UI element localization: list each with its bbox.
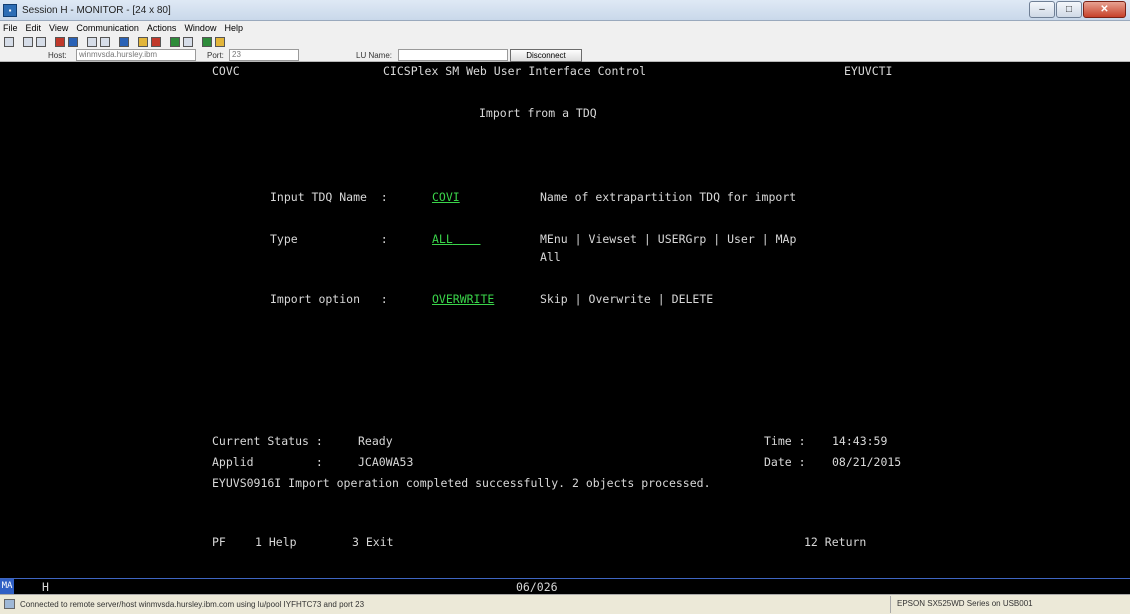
import-option-field[interactable]: OVERWRITE xyxy=(432,292,494,306)
receive-icon[interactable] xyxy=(68,37,78,47)
minimize-icon[interactable]: – xyxy=(1029,1,1055,18)
import-option-label: Import option : xyxy=(270,292,388,306)
option-user: User xyxy=(727,232,755,246)
option-viewset: Viewset xyxy=(588,232,637,246)
print-icon[interactable] xyxy=(4,37,14,47)
option-menu: MEnu xyxy=(540,232,568,246)
connection-status-icon xyxy=(4,599,15,609)
host-input[interactable]: winmvsda.hursley.ibm xyxy=(76,49,196,61)
macro-icon[interactable] xyxy=(119,37,129,47)
option-skip: Skip xyxy=(540,292,568,306)
connect-icon[interactable] xyxy=(202,37,212,47)
send-icon[interactable] xyxy=(55,37,65,47)
option-all: All xyxy=(540,250,561,264)
menu-edit[interactable]: Edit xyxy=(26,23,42,33)
option-map: MAp xyxy=(775,232,797,246)
pf-key-return[interactable]: 12 Return xyxy=(804,535,866,549)
connection-status-text: Connected to remote server/host winmvsda… xyxy=(20,600,365,609)
copy-icon[interactable] xyxy=(23,37,33,47)
input-tdq-name-field[interactable]: COVI xyxy=(432,190,460,204)
terminal-screen[interactable]: COVC CICSPlex SM Web User Interface Cont… xyxy=(0,62,1130,578)
play-icon[interactable] xyxy=(170,37,180,47)
option-usergrp: USERGrp xyxy=(657,232,707,246)
applid-value: JCA0WA53 xyxy=(358,455,414,469)
display-icon[interactable] xyxy=(100,37,110,47)
time-label: Time : xyxy=(764,434,806,448)
input-tdq-name-label: Input TDQ Name : xyxy=(270,190,388,204)
close-icon[interactable]: ✕ xyxy=(1083,1,1126,18)
connection-row: Host: winmvsda.hursley.ibm Port: 23 LU N… xyxy=(0,49,1130,62)
screen-heading: CICSPlex SM Web User Interface Control xyxy=(383,64,647,78)
transaction-id: COVC xyxy=(212,64,240,78)
date-label: Date : xyxy=(764,455,806,469)
menu-view[interactable]: View xyxy=(49,23,68,33)
menu-help[interactable]: Help xyxy=(224,23,243,33)
import-option-options: Skip | Overwrite | DELETE xyxy=(540,292,714,306)
screen-subtitle: Import from a TDQ xyxy=(479,106,597,120)
session-indicator: H xyxy=(42,580,49,594)
time-value: 14:43:59 xyxy=(832,434,888,448)
pf-key-help[interactable]: 1 Help xyxy=(255,535,297,549)
stop-icon[interactable] xyxy=(151,37,161,47)
pause-icon[interactable] xyxy=(183,37,193,47)
menu-communication[interactable]: Communication xyxy=(76,23,139,33)
date-value: 08/21/2015 xyxy=(832,455,902,469)
menu-bar: File Edit View Communication Actions Win… xyxy=(0,21,1130,35)
window-title: Session H - MONITOR - [24 x 80] xyxy=(22,4,171,16)
toolbar: Host: winmvsda.hursley.ibm Port: 23 LU N… xyxy=(0,35,1130,62)
ma-indicator: MA xyxy=(0,579,14,594)
pf-key-exit[interactable]: 3 Exit xyxy=(352,535,394,549)
paste-icon[interactable] xyxy=(36,37,46,47)
type-label: Type : xyxy=(270,232,388,246)
screen-id: EYUVCTI xyxy=(844,64,893,78)
menu-actions[interactable]: Actions xyxy=(147,23,177,33)
pf-prefix: PF xyxy=(212,535,226,549)
menu-window[interactable]: Window xyxy=(184,23,216,33)
input-tdq-name-help: Name of extrapartition TDQ for import xyxy=(540,190,797,204)
port-input[interactable]: 23 xyxy=(229,49,299,61)
settings-icon[interactable] xyxy=(215,37,225,47)
cursor-position: 06/026 xyxy=(516,580,558,594)
lu-name-input[interactable] xyxy=(398,49,508,61)
lu-name-label: LU Name: xyxy=(356,51,393,60)
disconnect-button[interactable]: Disconnect xyxy=(510,49,582,62)
status-bar: Connected to remote server/host winmvsda… xyxy=(0,594,1130,614)
option-delete: DELETE xyxy=(671,292,714,306)
operator-info-area: MA H 06/026 xyxy=(0,578,1130,594)
printer-status: EPSON SX525WD Series on USB001 xyxy=(890,596,1126,613)
title-bar: ▪ Session H - MONITOR - [24 x 80] – □ ✕ xyxy=(0,0,1130,21)
host-label: Host: xyxy=(48,51,67,60)
port-label: Port: xyxy=(207,51,224,60)
current-status-value: Ready xyxy=(358,434,393,448)
menu-file[interactable]: File xyxy=(3,23,18,33)
type-field[interactable]: ALL xyxy=(432,232,480,246)
maximize-icon[interactable]: □ xyxy=(1056,1,1082,18)
current-status-label: Current Status : xyxy=(212,434,323,448)
app-icon: ▪ xyxy=(3,3,17,17)
type-options: MEnu | Viewset | USERGrp | User | MAp xyxy=(540,232,797,246)
record-icon[interactable] xyxy=(138,37,148,47)
option-overwrite: Overwrite xyxy=(588,292,651,306)
applid-label: Applid : xyxy=(212,455,323,469)
status-message: EYUVS0916I Import operation completed su… xyxy=(212,476,711,490)
keyboard-icon[interactable] xyxy=(87,37,97,47)
